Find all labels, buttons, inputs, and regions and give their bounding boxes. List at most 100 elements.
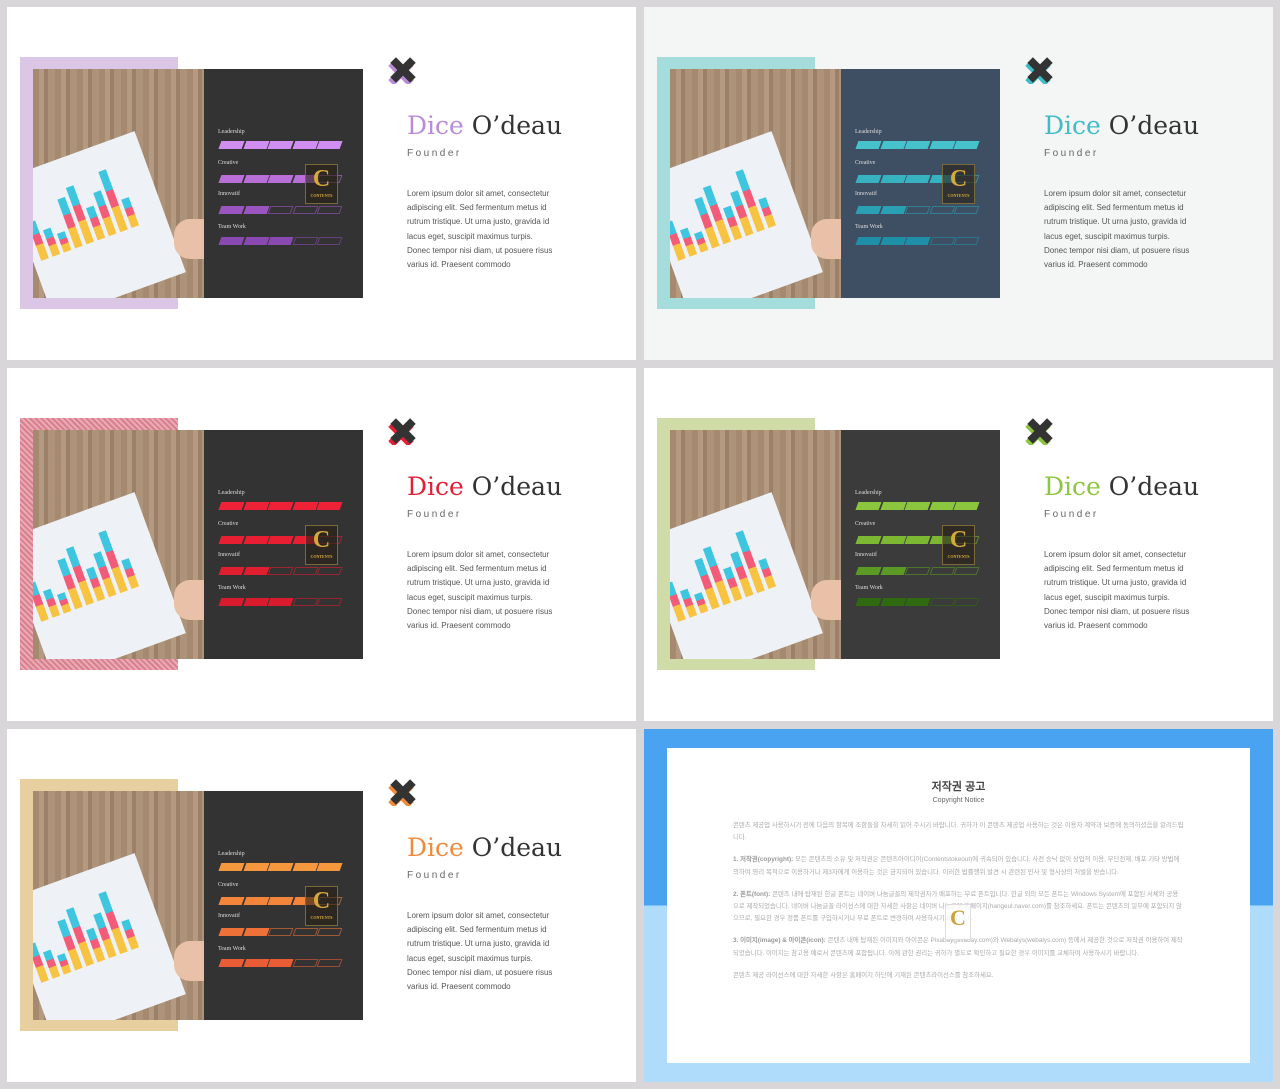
skill-segment-empty bbox=[904, 567, 930, 575]
person-name: Dice O’deau bbox=[407, 833, 562, 862]
chart-paper bbox=[33, 492, 186, 659]
skill-segment-filled bbox=[953, 502, 979, 510]
skill-segment-empty bbox=[292, 598, 318, 606]
cross-icon bbox=[1025, 57, 1053, 84]
skill-segment-filled bbox=[855, 175, 881, 183]
person-role: Founder bbox=[407, 870, 462, 881]
skill-label: Creative bbox=[855, 160, 876, 166]
skill-segment-empty bbox=[292, 206, 318, 214]
skill-segment-filled bbox=[267, 141, 293, 149]
skill-bar bbox=[855, 598, 979, 606]
first-name: Dice bbox=[407, 472, 464, 501]
skill-segment-filled bbox=[880, 502, 906, 510]
skill-segment-filled bbox=[218, 598, 244, 606]
skill-segment-filled bbox=[243, 502, 269, 510]
copyright-subtitle: Copyright Notice bbox=[932, 797, 985, 804]
slide-profile-orange[interactable]: Leadership Creative Innovatif Team Work … bbox=[7, 729, 636, 1082]
last-name: O’deau bbox=[471, 472, 563, 501]
skill-segment-filled bbox=[880, 206, 906, 214]
skill-segment-filled bbox=[218, 175, 244, 183]
slide-profile-red[interactable]: Leadership Creative Innovatif Team Work … bbox=[7, 368, 636, 721]
skill-bar bbox=[218, 141, 342, 149]
skill-segment-empty bbox=[904, 206, 930, 214]
skill-segment-empty bbox=[316, 567, 342, 575]
skill-segment-filled bbox=[929, 141, 955, 149]
hand bbox=[811, 219, 841, 259]
skill-bar bbox=[218, 567, 342, 575]
skill-label: Creative bbox=[218, 882, 239, 888]
chart-paper bbox=[33, 853, 186, 1020]
skill-segment-filled bbox=[267, 237, 293, 245]
skill-label: Innovatif bbox=[218, 191, 240, 197]
skill-segment-filled bbox=[880, 536, 906, 544]
skill-segment-filled bbox=[243, 567, 269, 575]
skill-segment-filled bbox=[267, 598, 293, 606]
skill-segment-empty bbox=[953, 206, 979, 214]
skill-segment-empty bbox=[929, 206, 955, 214]
skill-label: Leadership bbox=[218, 490, 245, 496]
skill-segment-filled bbox=[267, 175, 293, 183]
hand bbox=[811, 580, 841, 620]
person-description: Lorem ipsum dolor sit amet, consectetur … bbox=[1044, 189, 1190, 270]
first-name: Dice bbox=[1044, 111, 1101, 140]
skill-label: Creative bbox=[855, 521, 876, 527]
skill-segment-filled bbox=[880, 175, 906, 183]
slide-profile-green[interactable]: Leadership Creative Innovatif Team Work … bbox=[644, 368, 1273, 721]
item-text: 모든 콘텐츠의 소유 및 저작권은 콘텐츠아이디어(Contentstokeou… bbox=[733, 856, 1180, 876]
skill-segment-filled bbox=[904, 536, 930, 544]
watermark-logo: C CONTENTS bbox=[942, 164, 975, 204]
skill-label: Innovatif bbox=[218, 913, 240, 919]
copyright-intro: 콘텐츠 제공업 사용하시기 전에 다음의 항목에 조항들을 자세히 읽어 주시기… bbox=[733, 822, 1184, 842]
skill-segment-filled bbox=[243, 536, 269, 544]
item-heading: 2. 폰트(font): bbox=[733, 890, 771, 898]
person-role: Founder bbox=[407, 509, 462, 520]
skill-segment-empty bbox=[929, 598, 955, 606]
skill-segment-filled bbox=[267, 536, 293, 544]
skill-label: Leadership bbox=[855, 490, 882, 496]
skill-label: Team Work bbox=[855, 224, 883, 230]
first-name: Dice bbox=[1044, 472, 1101, 501]
skill-segment-filled bbox=[218, 141, 244, 149]
skill-bar bbox=[855, 502, 979, 510]
skill-segment-filled bbox=[218, 567, 244, 575]
skill-segment-filled bbox=[904, 502, 930, 510]
skill-bar bbox=[218, 237, 342, 245]
skill-segment-filled bbox=[292, 141, 318, 149]
skill-bar bbox=[855, 141, 979, 149]
skill-segment-empty bbox=[292, 567, 318, 575]
skill-label: Leadership bbox=[218, 851, 245, 857]
desk-photo bbox=[33, 791, 204, 1020]
skill-segment-filled bbox=[267, 959, 293, 967]
skill-bar bbox=[218, 928, 342, 936]
person-description: Lorem ipsum dolor sit amet, consectetur … bbox=[407, 189, 553, 270]
skill-segment-filled bbox=[243, 598, 269, 606]
hand bbox=[174, 941, 204, 981]
skill-segment-empty bbox=[316, 206, 342, 214]
cross-icon bbox=[1025, 418, 1053, 445]
first-name: Dice bbox=[407, 111, 464, 140]
person-description: Lorem ipsum dolor sit amet, consectetur … bbox=[407, 911, 553, 992]
skill-segment-filled bbox=[218, 959, 244, 967]
watermark-logo: C CONTENTS bbox=[305, 886, 338, 926]
copyright-box: 저작권 공고 Copyright Notice 콘텐츠 제공업 사용하시기 전에… bbox=[667, 748, 1250, 1063]
cross-icon bbox=[388, 779, 416, 806]
person-description: Lorem ipsum dolor sit amet, consectetur … bbox=[1044, 550, 1190, 631]
skill-label: Leadership bbox=[855, 129, 882, 135]
skill-segment-empty bbox=[292, 928, 318, 936]
cross-icon bbox=[388, 57, 416, 84]
skill-segment-filled bbox=[218, 863, 244, 871]
skill-bar bbox=[218, 206, 342, 214]
skill-segment-empty bbox=[292, 237, 318, 245]
skill-segment-filled bbox=[316, 502, 342, 510]
skill-segment-filled bbox=[218, 502, 244, 510]
desk-photo bbox=[670, 69, 841, 298]
skill-bar bbox=[218, 502, 342, 510]
person-role: Founder bbox=[1044, 148, 1099, 159]
skill-segment-filled bbox=[880, 598, 906, 606]
skill-segment-filled bbox=[855, 206, 881, 214]
skill-segment-empty bbox=[267, 928, 293, 936]
slide-profile-teal[interactable]: Leadership Creative Innovatif Team Work … bbox=[644, 7, 1273, 360]
slide-copyright-notice[interactable]: 저작권 공고 Copyright Notice 콘텐츠 제공업 사용하시기 전에… bbox=[644, 729, 1273, 1082]
skill-segment-filled bbox=[855, 598, 881, 606]
slide-profile-purple[interactable]: Leadership Creative Innovatif Team Work … bbox=[7, 7, 636, 360]
